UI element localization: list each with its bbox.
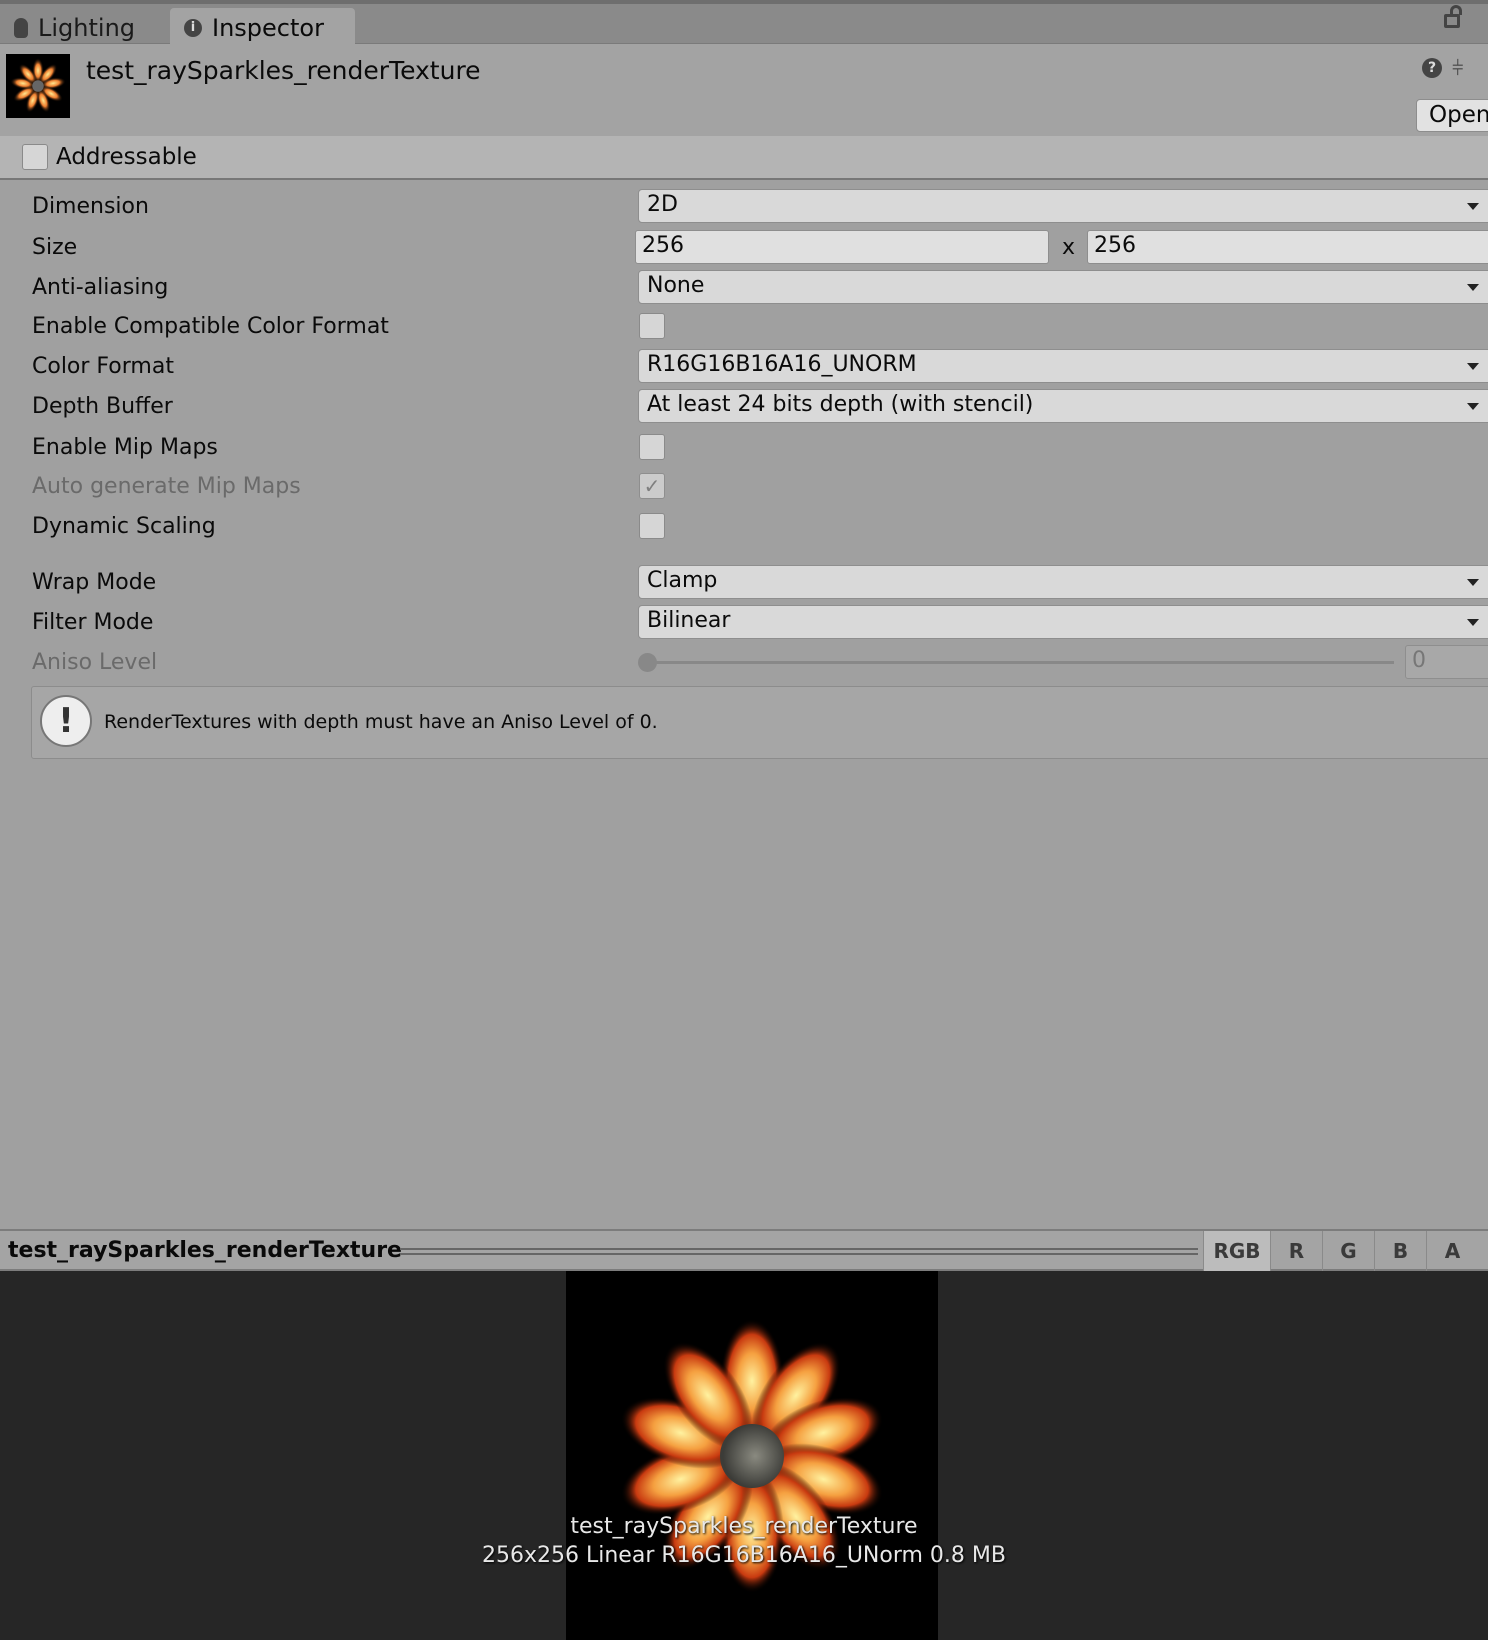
addressable-checkbox[interactable]	[22, 144, 48, 170]
auto-mip-checkbox: ✓	[639, 473, 665, 499]
dropdown-value: 2D	[647, 192, 678, 217]
tab-bar: Lighting i Inspector ⋮	[0, 0, 1488, 47]
preview-header: test_raySparkles_renderTexture RGB R G B…	[0, 1229, 1488, 1271]
size-height-input[interactable]: 256	[1087, 230, 1488, 264]
filter-mode-row: Filter Mode Bilinear	[0, 603, 1488, 641]
lightbulb-icon	[14, 17, 28, 38]
auto-mip-row: Auto generate Mip Maps ✓	[0, 467, 1488, 505]
dropdown-value: R16G16B16A16_UNORM	[647, 352, 917, 377]
aniso-slider-thumb	[638, 653, 657, 672]
drag-handle[interactable]	[400, 1248, 1198, 1255]
warning-text: RenderTextures with depth must have an A…	[104, 711, 658, 733]
filter-mode-dropdown[interactable]: Bilinear	[638, 605, 1488, 639]
wrap-mode-dropdown[interactable]: Clamp	[638, 565, 1488, 599]
dropdown-value: Clamp	[647, 568, 718, 593]
dropdown-value: At least 24 bits depth (with stencil)	[647, 392, 1034, 417]
inspector-header: test_raySparkles_renderTexture ? ⫩ Open	[0, 44, 1488, 136]
addressable-label: Addressable	[56, 144, 197, 170]
anti-aliasing-dropdown[interactable]: None	[638, 270, 1488, 304]
help-icon[interactable]: ?	[1422, 58, 1442, 78]
tab-lighting[interactable]: Lighting	[0, 8, 168, 47]
info-icon: i	[184, 18, 202, 37]
dimension-row: Dimension 2D	[0, 187, 1488, 225]
chevron-down-icon	[1467, 619, 1479, 626]
dropdown-value: Bilinear	[647, 608, 731, 633]
field-label: Depth Buffer	[32, 393, 173, 419]
field-label: Color Format	[32, 353, 174, 379]
more-menu-icon[interactable]: ⋮	[1480, 4, 1488, 26]
field-label: Enable Mip Maps	[32, 434, 218, 460]
depth-buffer-dropdown[interactable]: At least 24 bits depth (with stencil)	[638, 389, 1488, 423]
tab-label: Lighting	[38, 13, 136, 42]
channel-rgb-button[interactable]: RGB	[1203, 1231, 1270, 1271]
preset-settings-icon[interactable]: ⫩	[1452, 56, 1463, 80]
texture-thumbnail	[6, 54, 70, 118]
field-label: Size	[32, 234, 78, 260]
field-label: Anti-aliasing	[32, 274, 169, 300]
chevron-down-icon	[1467, 363, 1479, 370]
compat-color-row: Enable Compatible Color Format	[0, 307, 1488, 345]
preview-caption-name: test_raySparkles_renderTexture	[570, 1514, 918, 1539]
tab-label: Inspector	[212, 13, 324, 42]
channel-b-button[interactable]: B	[1374, 1231, 1426, 1271]
chevron-down-icon	[1467, 403, 1479, 410]
field-label: Filter Mode	[32, 609, 154, 635]
aniso-value-input: 0	[1405, 645, 1488, 679]
preview-caption-info: 256x256 Linear R16G16B16A16_UNorm 0.8 MB	[482, 1543, 1006, 1568]
compat-color-checkbox[interactable]	[639, 313, 665, 339]
size-width-input[interactable]: 256	[635, 230, 1049, 264]
texture-preview: test_raySparkles_renderTexture 256x256 L…	[0, 1271, 1488, 1640]
size-separator: x	[1062, 234, 1076, 260]
chevron-down-icon	[1467, 579, 1479, 586]
field-label: Dynamic Scaling	[32, 513, 216, 539]
mip-maps-checkbox[interactable]	[639, 434, 665, 460]
dimension-dropdown[interactable]: 2D	[638, 189, 1488, 223]
size-row: Size 256 x 256	[0, 228, 1488, 266]
aniso-slider-track	[646, 661, 1394, 664]
open-button[interactable]: Open	[1416, 99, 1488, 132]
dynamic-scaling-row: Dynamic Scaling	[0, 507, 1488, 545]
wrap-mode-row: Wrap Mode Clamp	[0, 563, 1488, 601]
channel-a-button[interactable]: A	[1426, 1231, 1478, 1271]
chevron-down-icon	[1467, 284, 1479, 291]
dynamic-scaling-checkbox[interactable]	[639, 513, 665, 539]
chevron-down-icon	[1467, 203, 1479, 210]
preview-image	[566, 1271, 938, 1640]
color-format-row: Color Format R16G16B16A16_UNORM	[0, 347, 1488, 385]
asset-title: test_raySparkles_renderTexture	[86, 56, 481, 85]
dropdown-value: None	[647, 273, 705, 298]
field-label: Auto generate Mip Maps	[32, 473, 301, 499]
addressable-row: Addressable	[0, 136, 1488, 180]
field-label: Wrap Mode	[32, 569, 157, 595]
field-label: Dimension	[32, 193, 149, 219]
warning-helpbox: ! RenderTextures with depth must have an…	[31, 686, 1488, 759]
channel-r-button[interactable]: R	[1270, 1231, 1322, 1271]
depth-buffer-row: Depth Buffer At least 24 bits depth (wit…	[0, 387, 1488, 425]
field-label: Enable Compatible Color Format	[32, 313, 389, 339]
anti-aliasing-row: Anti-aliasing None	[0, 268, 1488, 306]
tab-inspector[interactable]: i Inspector	[170, 8, 355, 47]
warning-icon: !	[40, 695, 92, 747]
color-format-dropdown[interactable]: R16G16B16A16_UNORM	[638, 349, 1488, 383]
channel-g-button[interactable]: G	[1322, 1231, 1374, 1271]
preview-title: test_raySparkles_renderTexture	[8, 1238, 402, 1263]
field-label: Aniso Level	[32, 649, 158, 675]
mip-maps-row: Enable Mip Maps	[0, 428, 1488, 466]
lock-icon[interactable]	[1444, 5, 1462, 28]
aniso-row: Aniso Level 0	[0, 643, 1488, 681]
